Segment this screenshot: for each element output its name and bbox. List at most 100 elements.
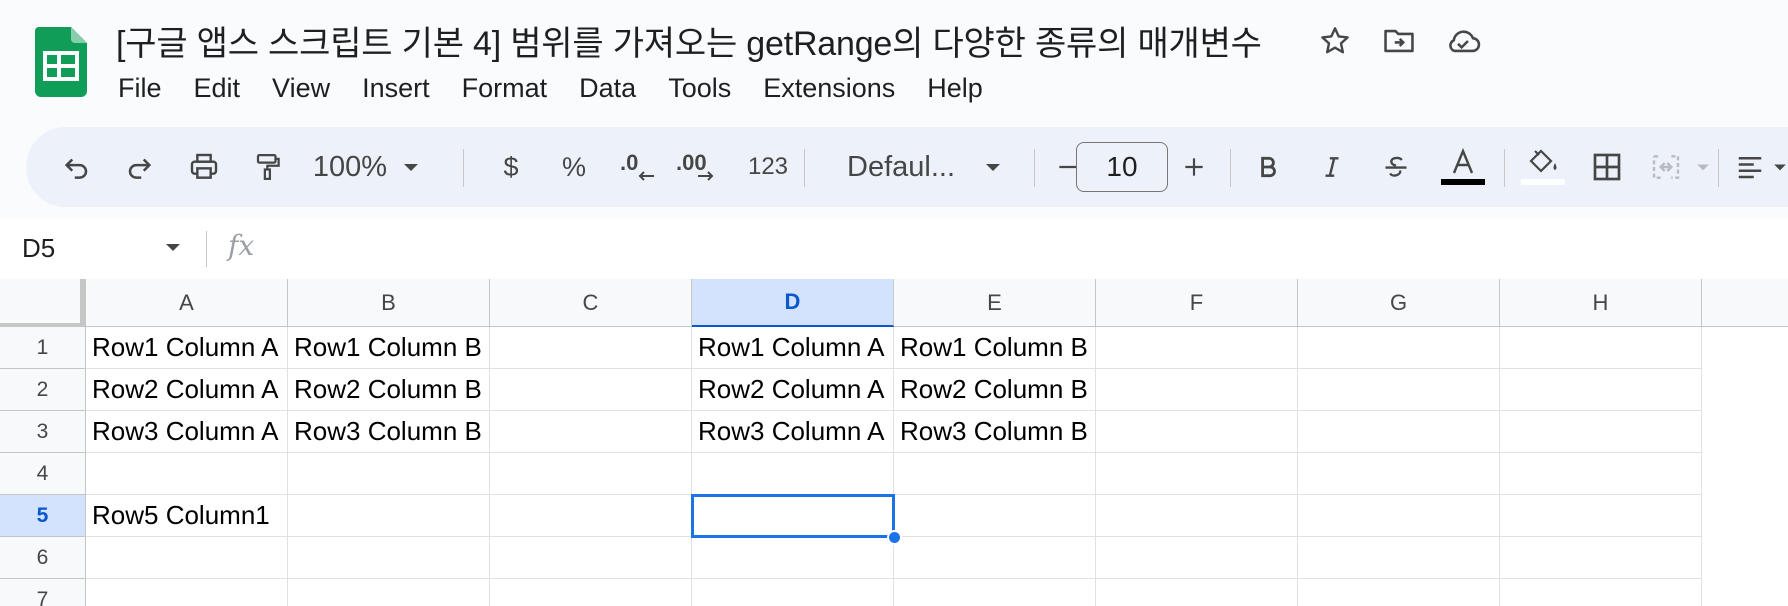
cell-e4[interactable]: [894, 453, 1096, 495]
column-header-e[interactable]: E: [894, 279, 1096, 327]
cell-g5[interactable]: [1298, 495, 1500, 537]
cell-e5[interactable]: [894, 495, 1096, 537]
cell-b2[interactable]: Row2 Column B: [288, 369, 490, 411]
cell-b5[interactable]: [288, 495, 490, 537]
menu-format[interactable]: Format: [446, 70, 564, 106]
cell-d1[interactable]: Row1 Column A: [692, 327, 894, 369]
row-header-7[interactable]: 7: [0, 579, 86, 606]
italic-icon[interactable]: [1312, 127, 1352, 207]
cell-c6[interactable]: [490, 537, 692, 579]
cell-b4[interactable]: [288, 453, 490, 495]
cell-a4[interactable]: [86, 453, 288, 495]
cell-e1[interactable]: Row1 Column B: [894, 327, 1096, 369]
column-header-f[interactable]: F: [1096, 279, 1298, 327]
cell-h2[interactable]: [1500, 369, 1702, 411]
cell-a3[interactable]: Row3 Column A: [86, 411, 288, 453]
cell-d4[interactable]: [692, 453, 894, 495]
font-chevron-down-icon[interactable]: [978, 127, 1008, 207]
cell-b3[interactable]: Row3 Column B: [288, 411, 490, 453]
cell-c1[interactable]: [490, 327, 692, 369]
more-formats-button[interactable]: 123: [742, 127, 794, 207]
cell-f3[interactable]: [1096, 411, 1298, 453]
cell-a6[interactable]: [86, 537, 288, 579]
menu-edit[interactable]: Edit: [178, 70, 257, 106]
document-title[interactable]: [구글 앱스 스크립트 기본 4] 범위를 가져오는 getRange의 다양한…: [116, 16, 1262, 65]
cell-b1[interactable]: Row1 Column B: [288, 327, 490, 369]
cell-c4[interactable]: [490, 453, 692, 495]
cell-a1[interactable]: Row1 Column A: [86, 327, 288, 369]
cell-h5[interactable]: [1500, 495, 1702, 537]
cell-f1[interactable]: [1096, 327, 1298, 369]
row-header-4[interactable]: 4: [0, 453, 86, 495]
cell-g2[interactable]: [1298, 369, 1500, 411]
cell-a5[interactable]: Row5 Column1: [86, 495, 288, 537]
zoom-chevron-down-icon[interactable]: [396, 127, 426, 207]
cell-d6[interactable]: [692, 537, 894, 579]
cell-h7[interactable]: [1500, 579, 1702, 606]
cell-g7[interactable]: [1298, 579, 1500, 606]
increase-font-size-button[interactable]: [1176, 127, 1212, 207]
undo-icon[interactable]: [56, 127, 96, 207]
cell-g1[interactable]: [1298, 327, 1500, 369]
column-header-d[interactable]: D: [692, 279, 894, 327]
decrease-decimal-button[interactable]: .0: [616, 127, 662, 207]
cell-e3[interactable]: Row3 Column B: [894, 411, 1096, 453]
cell-g6[interactable]: [1298, 537, 1500, 579]
borders-icon[interactable]: [1586, 127, 1628, 207]
cell-a2[interactable]: Row2 Column A: [86, 369, 288, 411]
cell-f6[interactable]: [1096, 537, 1298, 579]
paint-format-icon[interactable]: [248, 127, 288, 207]
cell-d2[interactable]: Row2 Column A: [692, 369, 894, 411]
cell-f5[interactable]: [1096, 495, 1298, 537]
currency-format-button[interactable]: $: [491, 127, 531, 207]
cell-g4[interactable]: [1298, 453, 1500, 495]
cell-a7[interactable]: [86, 579, 288, 606]
menu-file[interactable]: File: [102, 70, 178, 106]
cell-e7[interactable]: [894, 579, 1096, 606]
column-header-c[interactable]: C: [490, 279, 692, 327]
cell-e2[interactable]: Row2 Column B: [894, 369, 1096, 411]
name-box[interactable]: D5: [22, 233, 55, 264]
cloud-saved-icon[interactable]: [1444, 22, 1482, 60]
menu-extensions[interactable]: Extensions: [747, 70, 911, 106]
sheets-logo-icon[interactable]: [35, 27, 87, 97]
row-header-3[interactable]: 3: [0, 411, 86, 453]
zoom-select[interactable]: 100%: [310, 127, 390, 207]
column-header-a[interactable]: A: [86, 279, 288, 327]
font-size-input[interactable]: 10: [1076, 142, 1168, 192]
cell-h3[interactable]: [1500, 411, 1702, 453]
cell-f7[interactable]: [1096, 579, 1298, 606]
horizontal-align-icon[interactable]: [1730, 127, 1770, 207]
row-header-2[interactable]: 2: [0, 369, 86, 411]
bold-icon[interactable]: [1248, 127, 1288, 207]
print-icon[interactable]: [184, 127, 224, 207]
cell-f2[interactable]: [1096, 369, 1298, 411]
cell-b6[interactable]: [288, 537, 490, 579]
menu-data[interactable]: Data: [563, 70, 652, 106]
cell-d3[interactable]: Row3 Column A: [692, 411, 894, 453]
percent-format-button[interactable]: %: [554, 127, 594, 207]
font-family-select[interactable]: Defaul...: [826, 127, 976, 207]
redo-icon[interactable]: [120, 127, 160, 207]
cell-h1[interactable]: [1500, 327, 1702, 369]
row-header-6[interactable]: 6: [0, 537, 86, 579]
menu-view[interactable]: View: [256, 70, 346, 106]
cell-h6[interactable]: [1500, 537, 1702, 579]
cell-h4[interactable]: [1500, 453, 1702, 495]
cell-b7[interactable]: [288, 579, 490, 606]
column-header-h[interactable]: H: [1500, 279, 1702, 327]
row-header-1[interactable]: 1: [0, 327, 86, 369]
cell-c7[interactable]: [490, 579, 692, 606]
fill-color-icon[interactable]: [1518, 127, 1568, 207]
cell-d7[interactable]: [692, 579, 894, 606]
row-header-5[interactable]: 5: [0, 495, 86, 537]
align-chevron-down-icon[interactable]: [1770, 127, 1788, 207]
column-header-b[interactable]: B: [288, 279, 490, 327]
increase-decimal-button[interactable]: .00: [674, 127, 724, 207]
cell-c2[interactable]: [490, 369, 692, 411]
move-to-folder-icon[interactable]: [1380, 22, 1418, 60]
cell-f4[interactable]: [1096, 453, 1298, 495]
cell-e6[interactable]: [894, 537, 1096, 579]
name-box-chevron-down-icon[interactable]: [164, 241, 182, 253]
cell-g3[interactable]: [1298, 411, 1500, 453]
